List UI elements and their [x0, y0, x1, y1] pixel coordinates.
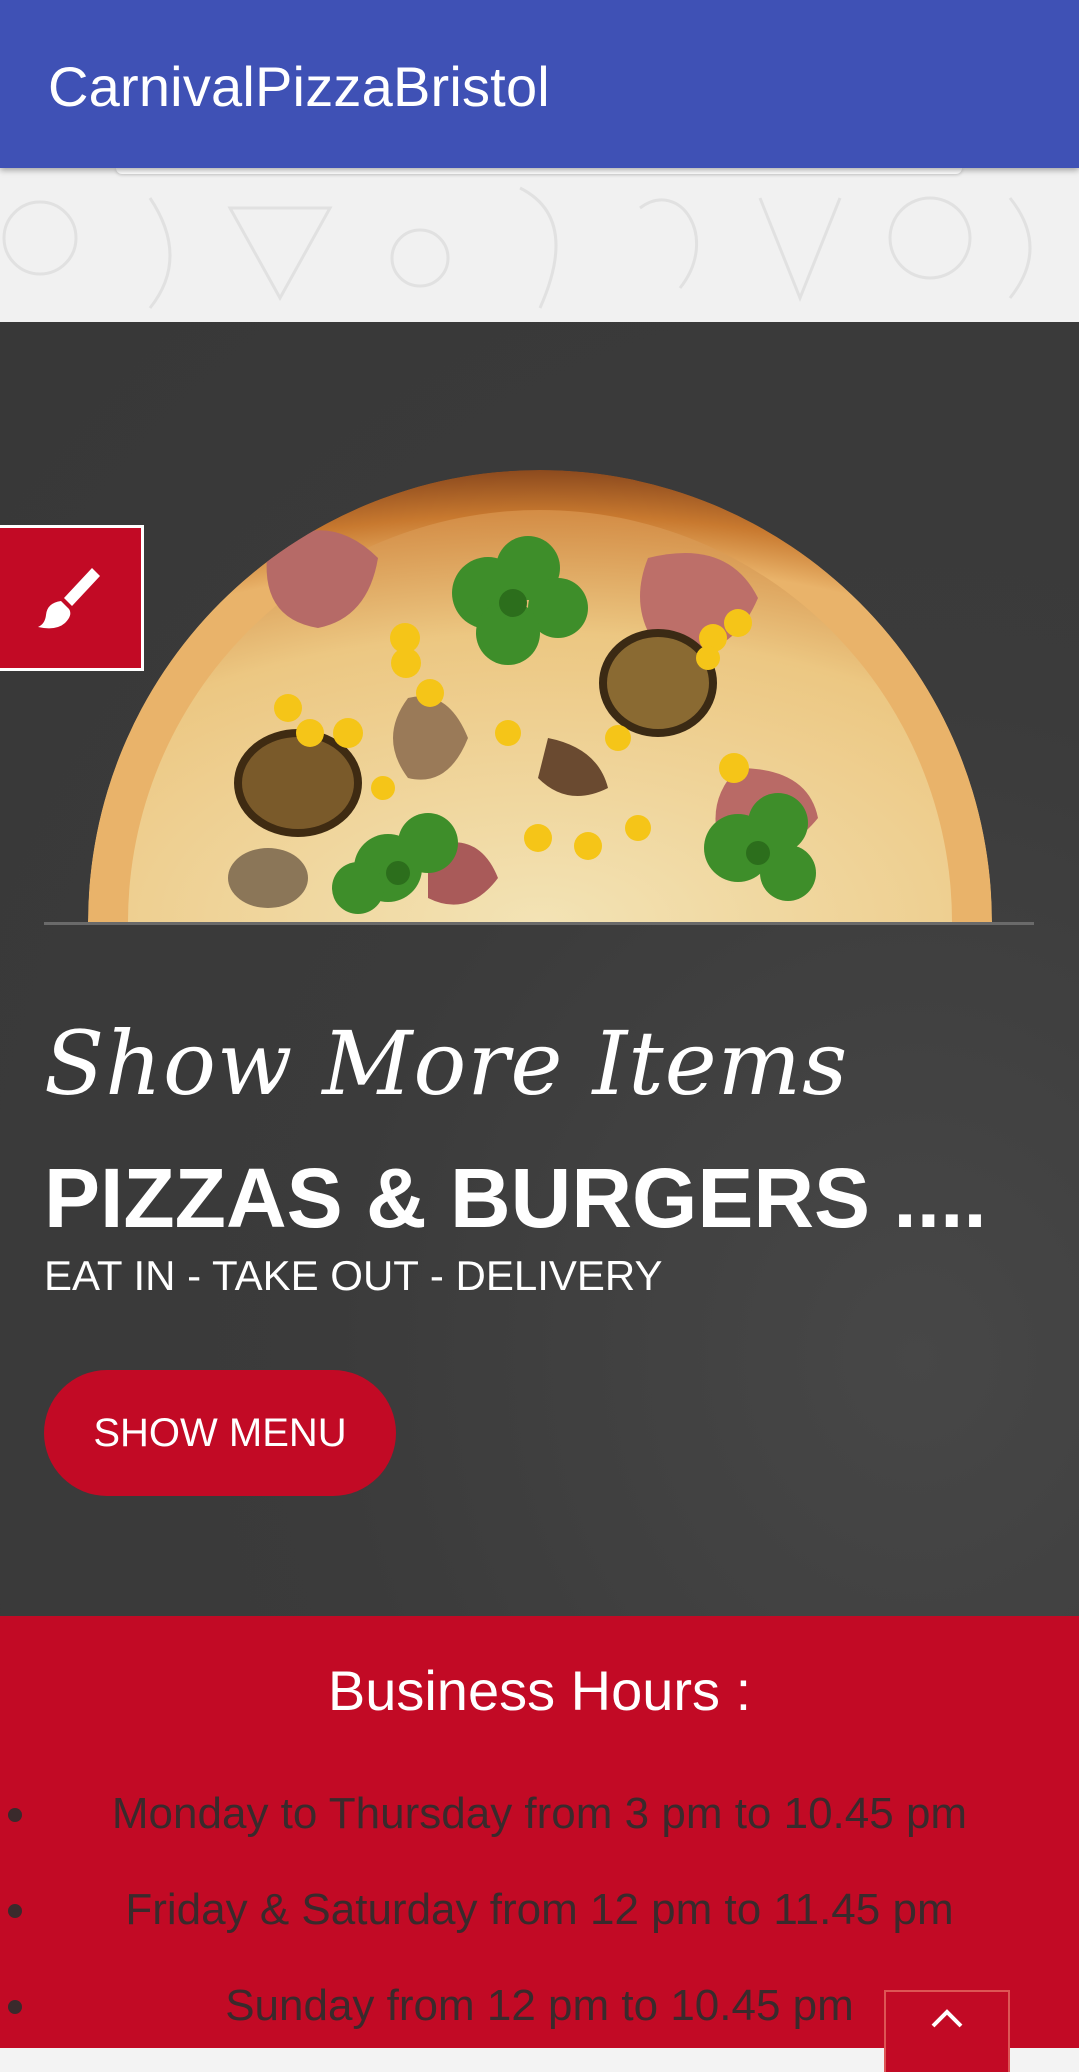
app-bar: CarnivalPizzaBristol: [0, 0, 1079, 168]
hours-text: Sunday from 12 pm to 10.45 pm: [225, 1981, 854, 2030]
hours-text: Monday to Thursday from 3 pm to 10.45 pm: [111, 1789, 968, 1838]
bullet: [8, 2000, 22, 2014]
pattern-background: [0, 168, 1079, 322]
hero-section: Show More Items PIZZAS & BURGERS .... EA…: [0, 322, 1079, 1616]
theme-customizer-button[interactable]: [0, 525, 144, 671]
list-item: Monday to Thursday from 3 pm to 10.45 pm: [0, 1766, 1079, 1862]
hero-heading: PIZZAS & BURGERS ....: [44, 1151, 987, 1245]
bullet: [8, 1808, 22, 1822]
hero-subheading: EAT IN - TAKE OUT - DELIVERY: [44, 1252, 663, 1299]
show-menu-button[interactable]: SHOW MENU: [44, 1370, 396, 1496]
divider: [44, 922, 1034, 925]
pizza-image: [88, 398, 992, 922]
hours-text: Friday & Saturday from 12 pm to 11.45 pm: [125, 1885, 954, 1934]
chevron-up-icon: [931, 2009, 963, 2028]
app-title: CarnivalPizzaBristol: [48, 55, 550, 118]
list-item: Friday & Saturday from 12 pm to 11.45 pm: [0, 1862, 1079, 1958]
business-hours-title: Business Hours :: [327, 1659, 752, 1722]
bullet: [8, 1904, 22, 1918]
show-more-items-title[interactable]: Show More Items: [44, 1012, 848, 1115]
card-edge: [116, 168, 962, 174]
doodle-pattern: [2, 186, 1032, 309]
business-hours-section: Business Hours : Monday to Thursday from…: [0, 1616, 1079, 2048]
scroll-to-top-button[interactable]: [884, 1990, 1010, 2072]
paintbrush-icon: [38, 568, 100, 629]
